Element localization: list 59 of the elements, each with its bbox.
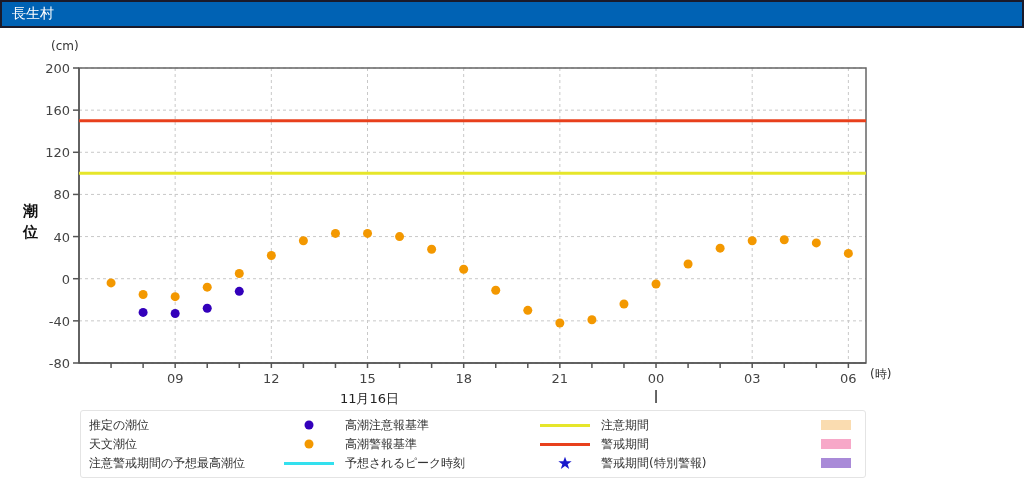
- data-point: [683, 259, 693, 269]
- axis-label: 21: [551, 371, 569, 386]
- data-point: [523, 305, 533, 315]
- unit-label: (時): [870, 367, 892, 381]
- axis-label: 00: [647, 371, 665, 386]
- axis-label: 12: [263, 371, 280, 386]
- data-point: [330, 228, 340, 238]
- day-change-mark: [655, 389, 657, 404]
- legend-label: 警戒期間: [601, 435, 650, 453]
- data-point: [170, 292, 180, 302]
- legend-label: 予想されるピーク時刻: [345, 454, 466, 472]
- data-point: [363, 228, 372, 238]
- legend-label: 注意期間: [601, 416, 650, 434]
- legend-label: 高潮注意報基準: [345, 416, 430, 434]
- data-point: [170, 309, 180, 318]
- legend-label: 高潮警報基準: [345, 435, 418, 453]
- data-point: [619, 299, 629, 309]
- data-point: [715, 243, 725, 253]
- axis-label: -80: [48, 356, 70, 371]
- data-point: [651, 279, 661, 289]
- data-point: [298, 236, 308, 246]
- axis-label: 18: [455, 371, 472, 386]
- axis-label: 15: [359, 371, 376, 386]
- data-point: [234, 286, 244, 296]
- data-point: [266, 251, 276, 261]
- axis-label: 03: [743, 371, 761, 386]
- data-point: [106, 278, 116, 288]
- data-point: [555, 318, 565, 328]
- data-point: [747, 236, 757, 246]
- data-point: [202, 282, 212, 292]
- axis-label: 120: [45, 145, 70, 161]
- data-point: [138, 290, 148, 299]
- legend-label: 警戒期間(特別警報): [601, 454, 708, 472]
- date-label: 11月16日: [339, 391, 400, 406]
- axis-label: 80: [53, 187, 70, 203]
- station-title: 長生村: [12, 5, 54, 23]
- data-point: [427, 244, 437, 254]
- data-point: [587, 315, 597, 325]
- axis-label: 200: [45, 61, 70, 76]
- data-point: [138, 307, 148, 317]
- axis-label: -40: [48, 313, 70, 329]
- axis-label: 0: [61, 271, 70, 287]
- legend-label: 天文潮位: [89, 435, 138, 453]
- legend-label: 注意警戒期間の予想最高潮位: [89, 454, 246, 472]
- axis-label: 09: [166, 371, 184, 386]
- axis-label: 160: [45, 103, 70, 119]
- data-point: [234, 268, 244, 278]
- data-point: [779, 235, 789, 245]
- axis-label: 40: [53, 229, 70, 245]
- y-axis-title: 潮位: [23, 202, 38, 241]
- data-point: [395, 232, 405, 242]
- legend-label: 推定の潮位: [89, 416, 150, 434]
- unit-label: (cm): [51, 39, 79, 53]
- data-point: [811, 238, 821, 248]
- data-point: [202, 303, 212, 313]
- axis-label: 06: [840, 371, 857, 386]
- data-point: [459, 264, 469, 274]
- data-point: [491, 285, 501, 295]
- data-point: [843, 248, 853, 258]
